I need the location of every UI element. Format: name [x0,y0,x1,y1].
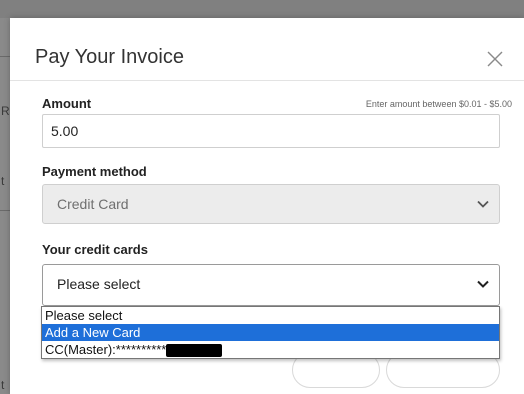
payment-method-value: Credit Card [57,196,129,212]
credit-cards-value: Please select [57,276,141,292]
bg-fragment: t [1,378,5,392]
payment-method-select: Credit Card [42,184,500,224]
bg-divider [0,56,10,57]
bg-fragment: t [1,174,5,188]
chevron-down-icon [477,200,489,208]
bg-fragment: R [1,104,10,118]
credit-cards-dropdown: Please select Add a New Card CC(Master):… [41,306,500,359]
redaction-block [166,344,223,358]
dropdown-option-add-new-card[interactable]: Add a New Card [42,324,499,341]
payment-method-label: Payment method [42,164,147,179]
bg-divider [0,210,10,211]
amount-hint: Enter amount between $0.01 - $5.00 [365,99,512,109]
pay-invoice-modal: Pay Your Invoice Amount Enter amount bet… [10,18,524,394]
modal-header: Pay Your Invoice [10,18,524,81]
saved-card-label: CC(Master):********** [45,342,167,357]
credit-cards-select[interactable]: Please select [42,264,500,306]
modal-title: Pay Your Invoice [35,46,184,68]
dropdown-option-saved-card[interactable]: CC(Master):********** [42,341,499,358]
amount-label: Amount [42,96,92,111]
credit-cards-label: Your credit cards [42,242,148,257]
amount-input[interactable] [42,114,500,148]
close-icon[interactable] [486,50,504,68]
dropdown-option-please-select[interactable]: Please select [42,307,499,324]
chevron-down-icon [477,280,489,288]
